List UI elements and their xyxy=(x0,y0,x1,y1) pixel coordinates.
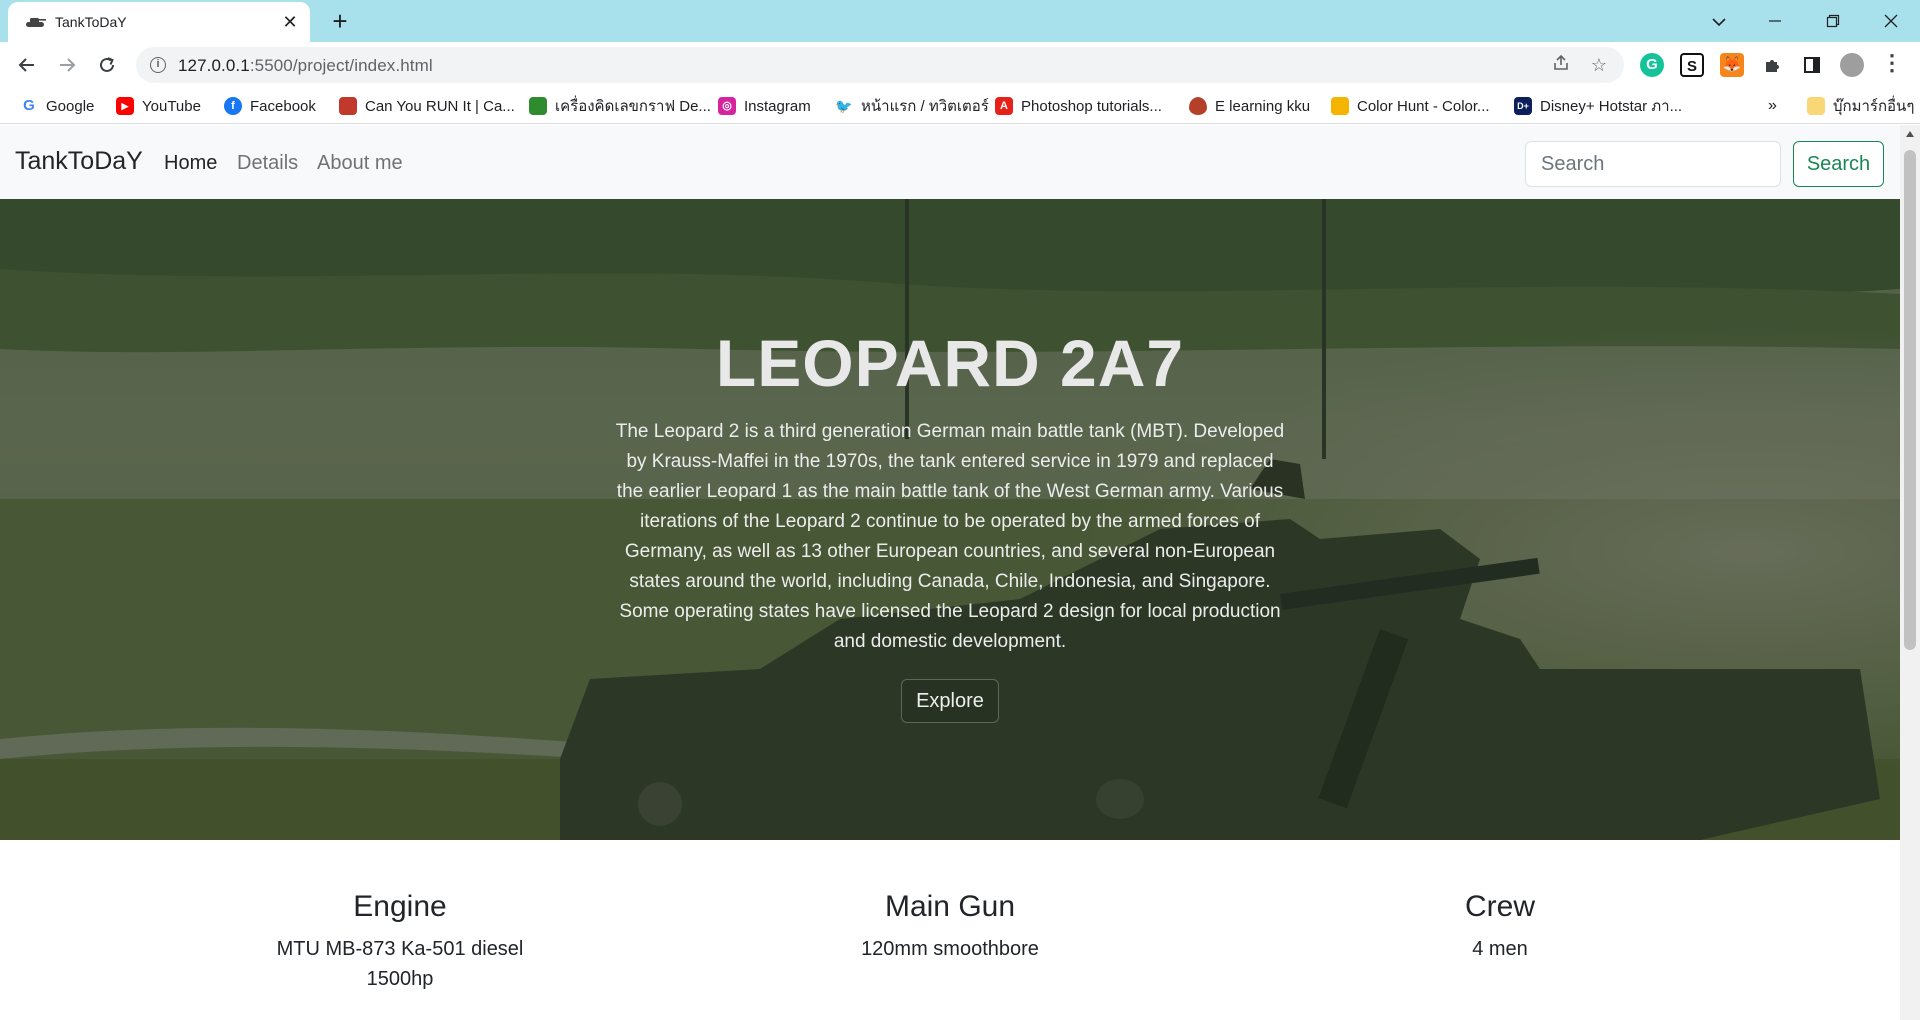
specs-section: Engine MTU MB-873 Ka-501 diesel 1500hp M… xyxy=(0,840,1900,1020)
youtube-icon: ▶ xyxy=(116,97,134,115)
close-window-icon[interactable] xyxy=(1876,6,1906,36)
tab-close-icon[interactable]: ✕ xyxy=(280,12,300,32)
hero-title: LEOPARD 2A7 xyxy=(715,326,1185,400)
search-input[interactable] xyxy=(1525,141,1781,187)
bookmark-twitter[interactable]: 🐦 หน้าแรก / ทวิตเตอร์ xyxy=(835,96,989,116)
bookmark-elearning[interactable]: E learning kku xyxy=(1189,96,1310,116)
back-arrow-icon[interactable] xyxy=(11,49,43,81)
instagram-icon: ◎ xyxy=(718,97,736,115)
bookmark-hotstar[interactable]: D+ Disney+ Hotstar ภา... xyxy=(1514,96,1682,116)
folder-icon xyxy=(1807,97,1825,115)
bookmark-google[interactable]: G Google xyxy=(20,96,94,116)
twitter-icon: 🐦 xyxy=(835,97,853,115)
site-brand[interactable]: TankToDaY xyxy=(15,147,143,176)
google-icon: G xyxy=(20,97,38,115)
scroll-thumb[interactable] xyxy=(1904,150,1916,650)
desmos-icon xyxy=(529,97,547,115)
spec-crew: Crew 4 men xyxy=(1220,890,1780,964)
hotstar-icon: D+ xyxy=(1514,97,1532,115)
site-info-icon[interactable]: i xyxy=(150,57,166,73)
bookmarks-bar: G Google ▶ YouTube f Facebook Can You RU… xyxy=(0,88,1920,124)
bookmark-instagram[interactable]: ◎ Instagram xyxy=(718,96,811,116)
search-button[interactable]: Search xyxy=(1793,141,1884,187)
forward-arrow-icon[interactable] xyxy=(51,49,83,81)
tank-favicon-icon xyxy=(26,18,46,27)
profile-avatar[interactable] xyxy=(1840,53,1864,77)
bookmark-desmos[interactable]: เครื่องคิดเลขกราฟ De... xyxy=(529,96,711,116)
s-extension-icon[interactable]: S xyxy=(1680,53,1704,77)
browser-toolbar: i 127.0.0.1:5500/project/index.html ☆ G … xyxy=(0,42,1920,88)
spec-main-gun: Main Gun 120mm smoothbore xyxy=(670,890,1230,964)
address-url[interactable]: 127.0.0.1:5500/project/index.html xyxy=(178,56,433,76)
new-tab-button[interactable]: + xyxy=(325,6,355,36)
spec-title: Crew xyxy=(1464,890,1535,923)
bookmark-youtube[interactable]: ▶ YouTube xyxy=(116,96,201,116)
hero-description: The Leopard 2 is a third generation Germ… xyxy=(615,421,1285,652)
bookmark-canyourunit[interactable]: Can You RUN It | Ca... xyxy=(339,96,515,116)
explore-button[interactable]: Explore xyxy=(901,679,999,723)
adobe-icon: A xyxy=(995,97,1013,115)
address-bar[interactable]: i 127.0.0.1:5500/project/index.html ☆ xyxy=(136,47,1624,83)
spec-line: 1500hp xyxy=(366,968,434,990)
tab-search-chevron-icon[interactable] xyxy=(1704,6,1734,36)
facebook-icon: f xyxy=(224,97,242,115)
other-bookmarks[interactable]: บุ๊กมาร์กอื่นๆ xyxy=(1807,96,1914,116)
nav-link-home[interactable]: Home xyxy=(164,152,217,175)
minimize-icon[interactable] xyxy=(1760,6,1790,36)
spec-title: Engine xyxy=(353,890,447,923)
spec-line: 4 men xyxy=(1472,938,1528,960)
bookmark-colorhunt[interactable]: Color Hunt - Color... xyxy=(1331,96,1490,116)
bookmark-photoshop[interactable]: A Photoshop tutorials... xyxy=(995,96,1162,116)
browser-tab-active[interactable]: TankToDaY ✕ xyxy=(8,2,310,42)
nav-link-about-me[interactable]: About me xyxy=(317,152,403,175)
hero-section: LEOPARD 2A7 The Leopard 2 is a third gen… xyxy=(0,199,1900,840)
spec-title: Main Gun xyxy=(884,890,1016,923)
tab-title: TankToDaY xyxy=(55,14,127,30)
canyourunit-icon xyxy=(339,97,357,115)
grammarly-extension-icon[interactable]: G xyxy=(1640,53,1664,77)
spec-line: 120mm smoothbore xyxy=(861,938,1039,960)
metamask-extension-icon[interactable]: 🦊 xyxy=(1720,53,1744,77)
site-navbar: TankToDaY Home Details About me Search xyxy=(0,125,1900,199)
browser-menu-icon[interactable]: ⋮ xyxy=(1880,52,1904,77)
side-panel-icon[interactable] xyxy=(1800,53,1824,77)
extensions-puzzle-icon[interactable] xyxy=(1760,53,1784,77)
spec-engine: Engine MTU MB-873 Ka-501 diesel 1500hp xyxy=(120,890,680,994)
nav-link-details[interactable]: Details xyxy=(237,152,298,175)
reload-icon[interactable] xyxy=(91,49,123,81)
colorhunt-icon xyxy=(1331,97,1349,115)
page-viewport: TankToDaY Home Details About me Search S… xyxy=(0,125,1900,1020)
restore-icon[interactable] xyxy=(1818,6,1848,36)
bookmarks-overflow-icon[interactable]: » xyxy=(1768,96,1777,116)
share-icon[interactable] xyxy=(1550,54,1572,76)
browser-tab-strip: TankToDaY ✕ + xyxy=(0,0,1920,42)
bookmark-facebook[interactable]: f Facebook xyxy=(224,96,316,116)
page-scrollbar[interactable] xyxy=(1900,125,1920,1020)
bookmark-star-icon[interactable]: ☆ xyxy=(1588,54,1610,76)
kku-icon xyxy=(1189,97,1207,115)
scroll-up-arrow-icon[interactable] xyxy=(1906,131,1914,137)
spec-line: MTU MB-873 Ka-501 diesel xyxy=(276,938,524,960)
